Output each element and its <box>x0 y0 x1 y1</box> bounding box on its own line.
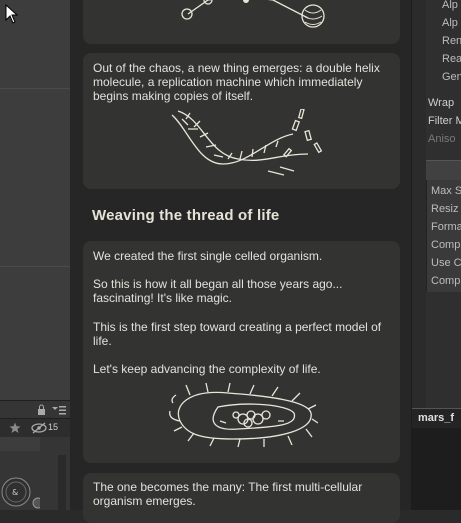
inspector-row-label[interactable]: Ren <box>442 35 461 47</box>
cell-card-text-3: This is the first step toward creating a… <box>93 320 382 349</box>
story-card-dna: Out of the chaos, a new thing emerges: a… <box>83 53 400 189</box>
thumbnail-label-bar <box>0 437 40 451</box>
inspector-panel: Alp Alp Ren Rea Gen Wrap Filter M Aniso … <box>411 0 461 510</box>
platform-tab-bar[interactable] <box>426 160 461 181</box>
svg-text:&: & <box>12 488 18 497</box>
multicell-card-text: The one becomes the many: The first mult… <box>93 480 363 509</box>
story-scroll-view[interactable]: Out of the chaos, a new thing emerges: a… <box>70 0 411 523</box>
inspector-gutter <box>412 0 426 408</box>
platform-setting-label: Comp <box>431 239 461 251</box>
hidden-eye-icon[interactable] <box>31 422 47 434</box>
scene-view-area[interactable] <box>0 0 70 400</box>
dna-helix-sketch-icon <box>171 109 323 176</box>
platform-setting-label: Forma <box>431 221 461 233</box>
preview-tab-title[interactable]: mars_f <box>412 408 461 428</box>
inspector-row-label[interactable]: Alp <box>442 17 458 29</box>
platform-setting-label: Comp <box>431 275 461 287</box>
wrap-mode-label: Wrap <box>428 97 455 109</box>
inspector-row-label[interactable]: Alp <box>442 0 458 11</box>
story-card-multicell: The one becomes the many: The first mult… <box>83 473 400 523</box>
platform-setting-label: Resiz <box>431 203 459 215</box>
hidden-count: 15 <box>48 422 59 432</box>
section-heading: Weaving the thread of life <box>92 207 280 224</box>
aniso-level-label: Aniso <box>428 133 456 145</box>
lock-icon[interactable] <box>37 404 46 415</box>
inspector-row-label[interactable]: Gen <box>442 71 461 83</box>
preview-area <box>412 428 461 510</box>
platform-settings-box: Max S Resiz Forma Comp Use C Comp <box>426 180 461 292</box>
cell-card-text-1: We created the first single celled organ… <box>93 249 323 263</box>
molecule-sketch-icon <box>181 0 325 28</box>
inspector-row-label[interactable]: Rea <box>442 53 461 65</box>
left-editor-panel: 15 & <box>0 0 70 510</box>
scrollbar[interactable] <box>58 455 66 510</box>
star-icon[interactable] <box>9 422 21 434</box>
story-card-cell: We created the first single celled organ… <box>83 241 400 463</box>
cell-card-text-4: Let's keep advancing the complexity of l… <box>93 362 321 376</box>
platform-setting-label: Max S <box>431 185 461 197</box>
divider <box>0 266 70 267</box>
single-cell-sketch-icon <box>169 382 318 448</box>
story-card-molecule <box>83 0 400 44</box>
left-toolbar-secondary: 15 <box>0 418 70 438</box>
filter-mode-label: Filter M <box>428 115 461 127</box>
asset-thumbnail-icon[interactable]: & <box>0 473 40 510</box>
platform-setting-label: Use C <box>431 257 461 269</box>
cell-card-text-2: So this is how it all began all those ye… <box>93 277 343 306</box>
mouse-cursor-icon <box>5 4 19 24</box>
divider <box>0 88 70 89</box>
menu-icon[interactable] <box>52 406 66 415</box>
project-browser-area: & <box>0 437 70 510</box>
left-toolbar <box>0 400 70 419</box>
dna-card-text: Out of the chaos, a new thing emerges: a… <box>93 61 380 104</box>
